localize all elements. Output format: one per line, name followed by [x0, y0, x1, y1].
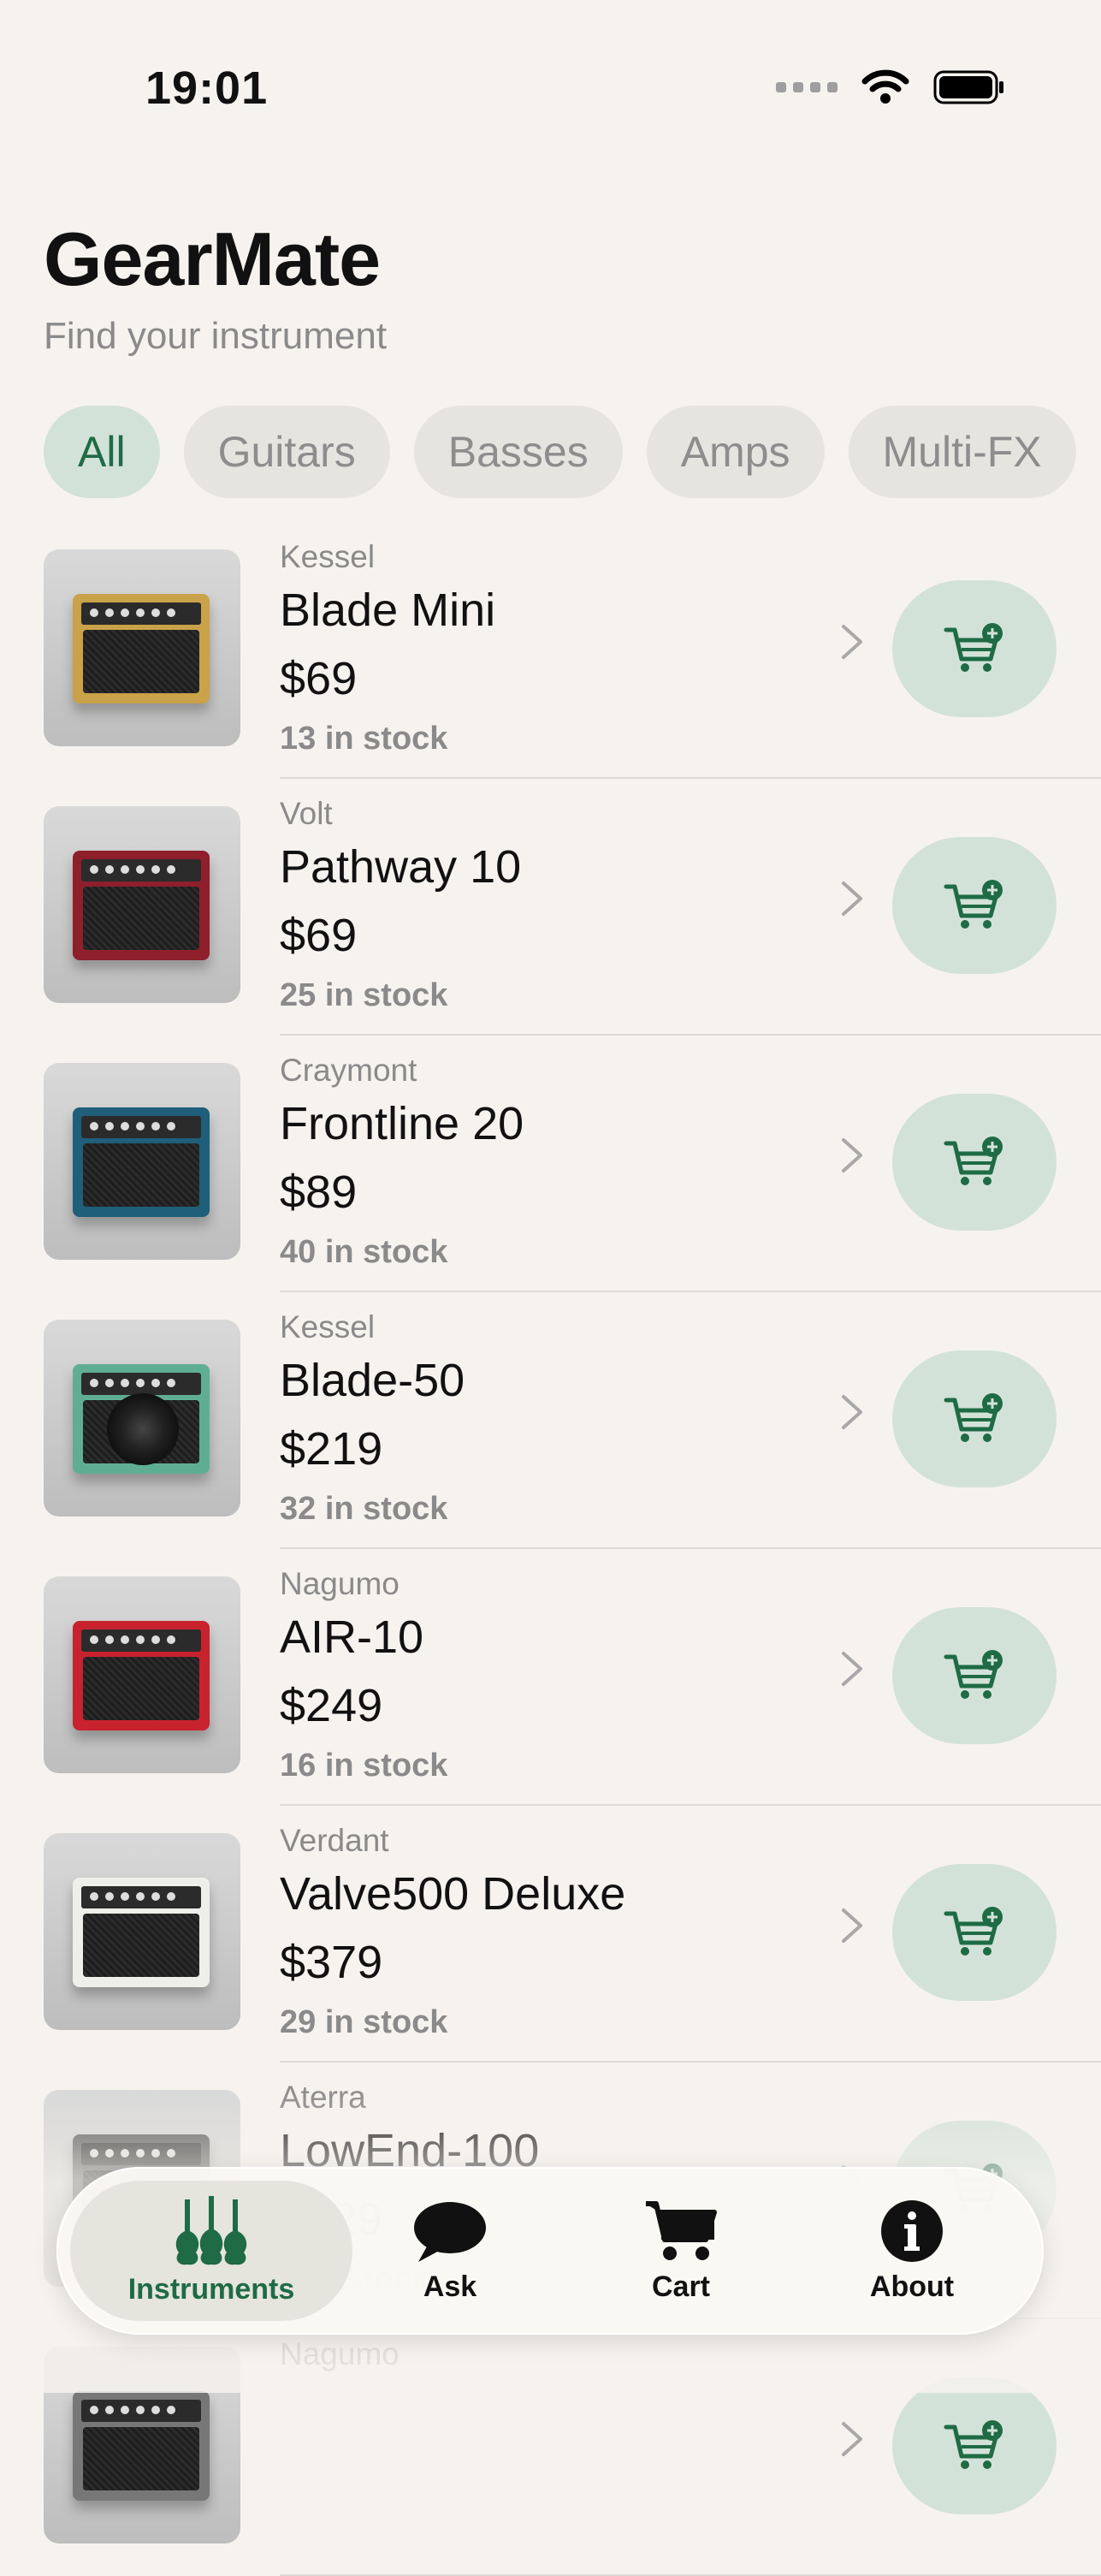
product-brand: Verdant [280, 1823, 389, 1858]
app-title: GearMate [44, 217, 381, 301]
status-icons [776, 68, 1005, 106]
tab-label: Ask [423, 2270, 477, 2303]
wifi-icon [861, 69, 909, 104]
status-time: 19:01 [145, 62, 269, 114]
filter-chip-guitars[interactable]: Guitars [183, 406, 390, 498]
chevron-right-icon [842, 1652, 862, 1686]
amplifier-image [73, 1878, 210, 1987]
tab-label: Instruments [127, 2272, 295, 2306]
tab-about[interactable]: About [826, 2181, 997, 2321]
guitars-icon [175, 2195, 247, 2264]
add-to-cart-button[interactable] [892, 1607, 1057, 1744]
product-brand: Nagumo [280, 1566, 400, 1601]
product-price: $69 [280, 653, 358, 704]
add-to-cart-icon [944, 880, 1003, 929]
product-stock: 40 in stock [280, 1234, 448, 1270]
chevron-right-icon [842, 881, 862, 916]
add-to-cart-button[interactable] [892, 580, 1057, 717]
chevron-right-icon [842, 1138, 862, 1172]
tab-bar: Instruments Ask Cart About [56, 2167, 1044, 2335]
add-to-cart-icon [944, 1137, 1003, 1185]
app-subtitle: Find your instrument [44, 315, 388, 357]
product-name: Pathway 10 [280, 841, 522, 893]
filter-chip-multi-fx[interactable]: Multi-FX [848, 406, 1076, 498]
filter-chips: All Guitars Basses Amps Multi-FX [44, 406, 1076, 498]
product-image [44, 1833, 240, 2030]
amplifier-image [73, 594, 210, 703]
amplifier-image [73, 2391, 210, 2501]
product-row[interactable]: Nagumo AIR-10 $249 16 in stock [0, 1549, 1101, 1806]
amplifier-image [73, 1621, 210, 1730]
product-row[interactable]: Verdant Valve500 Deluxe $379 29 in stock [0, 1806, 1101, 2063]
info-icon [881, 2199, 943, 2262]
product-stock: 29 in stock [280, 2004, 448, 2040]
chat-bubble-icon [414, 2201, 486, 2262]
product-price: $379 [280, 1937, 383, 1988]
cellular-signal-icon [776, 82, 838, 92]
product-row[interactable]: Kessel Blade-50 $219 32 in stock [0, 1292, 1101, 1549]
cart-icon [646, 2200, 717, 2260]
product-price: $69 [280, 910, 358, 961]
add-to-cart-icon [944, 2420, 1003, 2469]
add-to-cart-button[interactable] [892, 1864, 1057, 2001]
add-to-cart-icon [944, 623, 1003, 672]
battery-icon [933, 70, 1003, 104]
product-image [44, 1063, 240, 1260]
product-image [44, 806, 240, 1003]
chevron-right-icon [842, 2422, 862, 2456]
add-to-cart-icon [944, 1650, 1003, 1699]
product-name: AIR-10 [280, 1611, 424, 1663]
add-to-cart-button[interactable] [892, 1094, 1057, 1231]
amplifier-image [73, 1364, 210, 1474]
filter-chip-basses[interactable]: Basses [413, 406, 623, 498]
tab-label: Cart [651, 2270, 711, 2303]
product-price: $219 [280, 1423, 383, 1475]
product-image [44, 1576, 240, 1773]
add-to-cart-button[interactable] [892, 1350, 1057, 1487]
add-to-cart-icon [944, 1907, 1003, 1956]
add-to-cart-button[interactable] [892, 2377, 1057, 2514]
product-name: Valve500 Deluxe [280, 1868, 626, 1920]
chevron-right-icon [842, 1395, 862, 1429]
product-stock: 32 in stock [280, 1491, 448, 1527]
tab-instruments[interactable]: Instruments [70, 2181, 352, 2321]
product-name: Frontline 20 [280, 1098, 524, 1149]
product-brand: Volt [280, 796, 333, 831]
product-name: Blade-50 [280, 1355, 465, 1406]
add-to-cart-icon [944, 1393, 1003, 1442]
product-name: Blade Mini [280, 585, 496, 636]
product-brand: Kessel [280, 1309, 376, 1344]
product-brand: Kessel [280, 539, 376, 574]
product-image [44, 549, 240, 746]
product-row[interactable]: Volt Pathway 10 $69 25 in stock [0, 779, 1101, 1036]
status-bar: 19:01 [0, 0, 1101, 171]
product-brand: Craymont [280, 1053, 417, 1088]
chevron-right-icon [842, 625, 862, 659]
product-row[interactable]: Kessel Blade Mini $69 13 in stock [0, 522, 1101, 779]
filter-chip-all[interactable]: All [44, 406, 160, 498]
filter-chip-amps[interactable]: Amps [646, 406, 825, 498]
product-image [44, 1320, 240, 1517]
amplifier-image [73, 1107, 210, 1217]
product-row[interactable]: Craymont Frontline 20 $89 40 in stock [0, 1036, 1101, 1292]
tab-ask[interactable]: Ask [373, 2181, 527, 2321]
chevron-right-icon [842, 1908, 862, 1943]
add-to-cart-button[interactable] [892, 837, 1057, 974]
product-stock: 25 in stock [280, 977, 448, 1013]
product-price: $249 [280, 1680, 383, 1731]
product-stock: 13 in stock [280, 721, 448, 757]
tab-cart[interactable]: Cart [595, 2181, 767, 2321]
tab-label: About [869, 2270, 955, 2303]
product-price: $89 [280, 1166, 358, 1218]
product-stock: 16 in stock [280, 1748, 448, 1784]
amplifier-image [73, 851, 210, 960]
